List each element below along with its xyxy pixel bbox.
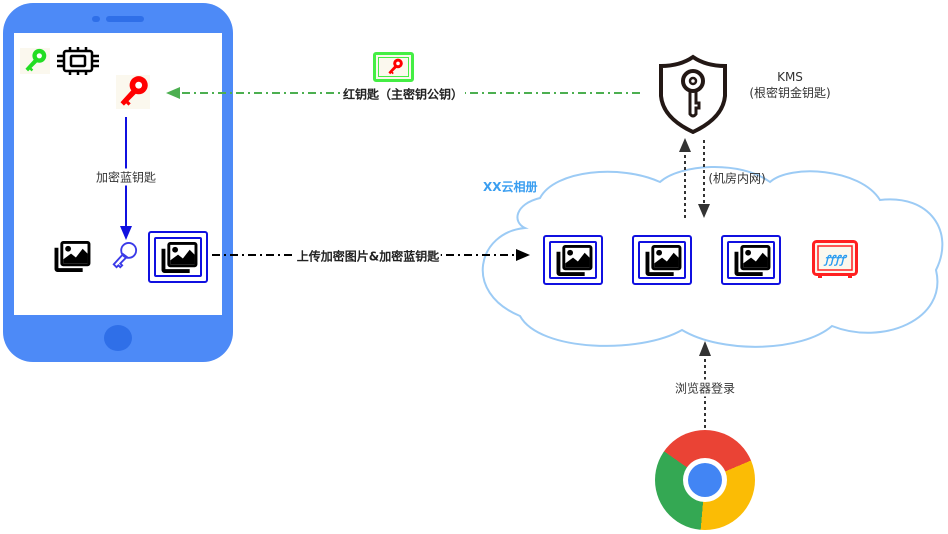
- encrypt-label: 加密蓝钥匙: [93, 168, 159, 186]
- browser-label: 浏览器登录: [672, 379, 738, 397]
- chrome-icon: [655, 430, 755, 530]
- red-key-label: 红钥匙（主密钥公钥）: [340, 85, 466, 103]
- red-key-arrow-head: [166, 87, 180, 99]
- kms-label: KMS (根密钥金钥匙): [749, 69, 830, 101]
- safe-icon: ꝭꝭꝭꝭ: [812, 240, 858, 279]
- shield-key-icon: [658, 54, 728, 135]
- public-key-box-icon: [373, 52, 414, 82]
- cloud-title: XX云相册: [483, 180, 538, 194]
- encrypt-arrow-head: [120, 226, 132, 240]
- cloud-encrypted-gallery-icon: [543, 235, 603, 285]
- kms-subtitle: (根密钥金钥匙): [749, 86, 831, 100]
- upload-label: 上传加密图片&加密蓝钥匙: [294, 247, 442, 265]
- kms-up-arrow-head: [679, 138, 691, 152]
- cloud-encrypted-gallery-icon: [721, 235, 781, 285]
- svg-text:ꝭꝭꝭꝭ: ꝭꝭꝭꝭ: [823, 253, 849, 266]
- cloud-encrypted-gallery-icon: [632, 235, 692, 285]
- intranet-label: (机房内网): [708, 171, 766, 186]
- kms-title: KMS: [777, 70, 803, 84]
- browser-arrow-head: [699, 341, 711, 356]
